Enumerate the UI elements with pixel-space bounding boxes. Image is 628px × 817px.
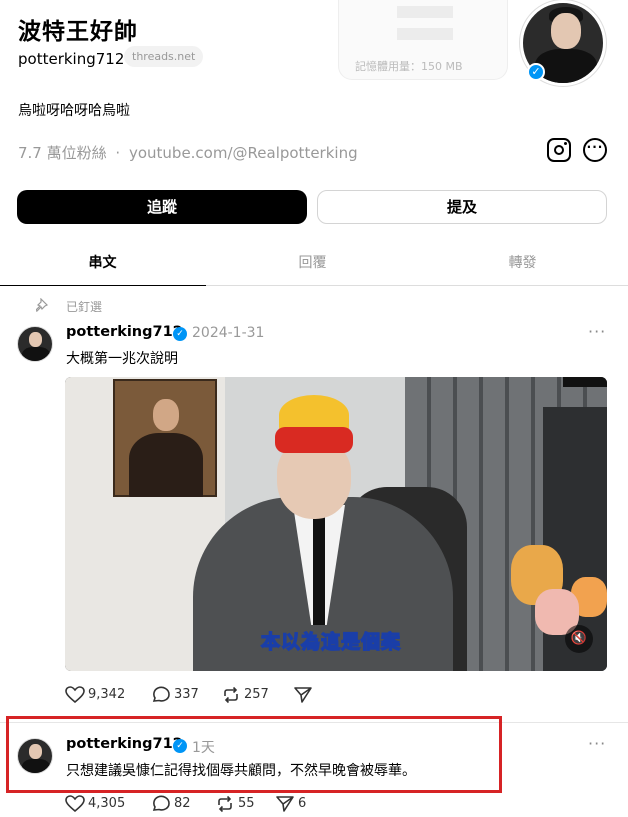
pin-icon — [36, 298, 49, 312]
comment-icon — [152, 795, 170, 811]
heart-icon — [65, 686, 85, 704]
verified-badge-icon: ✓ — [173, 327, 187, 341]
like-count: 9,342 — [88, 687, 126, 702]
comment-count: 82 — [174, 796, 191, 811]
post-date[interactable]: 2024-1-31 — [192, 325, 264, 341]
tab-reposts[interactable]: 轉發 — [420, 252, 625, 272]
pinned-label: 已釘選 — [66, 300, 103, 314]
comment-icon — [152, 686, 170, 702]
follow-button[interactable]: 追蹤 — [17, 190, 307, 224]
post-video[interactable]: 本以為這是個案 🔇 — [65, 377, 607, 671]
post-actions: 9,342 337 257 — [65, 685, 365, 705]
profile-bio: 烏啦呀哈呀哈烏啦 — [18, 103, 130, 119]
mute-icon[interactable]: 🔇 — [565, 625, 593, 653]
memory-usage-text: 記憶體用量：150 MB — [355, 60, 463, 73]
followers-count[interactable]: 7.7 萬位粉絲 — [18, 144, 107, 162]
like-count: 4,305 — [88, 796, 126, 811]
mention-button[interactable]: 提及 — [317, 190, 607, 224]
post-actions: 4,305 82 55 6 — [65, 794, 365, 814]
video-caption: 本以為這是個案 — [260, 630, 402, 653]
post-more-icon[interactable]: ··· — [588, 322, 606, 341]
share-icon — [276, 796, 294, 812]
profile-link[interactable]: youtube.com/@Realpotterking — [129, 144, 358, 162]
followers-row: 7.7 萬位粉絲 · youtube.com/@Realpotterking — [18, 142, 358, 163]
background-window-card: 記憶體用量：150 MB — [338, 0, 508, 80]
domain-badge[interactable]: threads.net — [124, 46, 204, 67]
instagram-icon[interactable] — [547, 138, 571, 162]
post-avatar[interactable] — [17, 326, 53, 362]
tab-posts[interactable]: 串文 — [0, 252, 205, 272]
verified-badge-icon: ✓ — [527, 63, 545, 81]
comment-count: 337 — [174, 687, 199, 702]
repost-count: 257 — [244, 687, 269, 702]
highlight-annotation-box — [6, 716, 502, 793]
repost-icon — [218, 795, 232, 813]
tab-replies[interactable]: 回覆 — [210, 252, 415, 272]
repost-count: 55 — [238, 796, 255, 811]
post-text: 大概第一兆次說明 — [66, 351, 178, 367]
separator-dot: · — [115, 144, 121, 162]
repost-icon — [224, 686, 238, 704]
post-more-icon[interactable]: ··· — [588, 734, 606, 753]
share-count: 6 — [298, 796, 307, 811]
profile-header: 記憶體用量：150 MB 波特王好帥 potterking712 threads… — [0, 0, 628, 130]
profile-tabs: 串文 回覆 轉發 — [0, 238, 628, 286]
profile-display-name: 波特王好帥 — [18, 19, 138, 45]
post-username[interactable]: potterking712 — [66, 324, 183, 340]
active-tab-indicator — [0, 284, 206, 286]
profile-username: potterking712 — [18, 50, 125, 68]
more-options-icon[interactable]: ··· — [583, 138, 607, 162]
share-icon — [294, 687, 312, 703]
heart-icon — [65, 795, 85, 813]
